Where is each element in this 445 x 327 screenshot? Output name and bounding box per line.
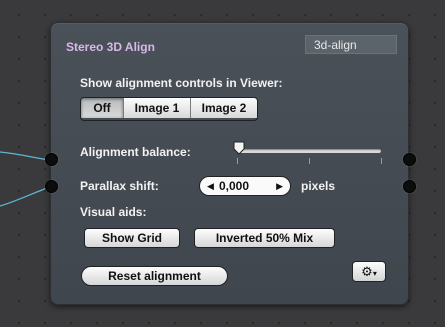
visual-aids-label: Visual aids: — [80, 205, 147, 219]
segment-image-1[interactable]: Image 1 — [124, 98, 191, 118]
slider-thumb[interactable] — [233, 141, 245, 155]
input-port-left[interactable] — [45, 153, 58, 166]
viewer-controls-segmented[interactable]: Off Image 1 Image 2 — [80, 97, 258, 121]
stereo-3d-align-node[interactable]: Stereo 3D Align 3d-align Show alignment … — [50, 22, 409, 305]
segment-image-2[interactable]: Image 2 — [191, 98, 257, 118]
node-title: Stereo 3D Align — [66, 40, 155, 54]
show-controls-label: Show alignment controls in Viewer: — [80, 76, 283, 90]
input-port-right[interactable] — [45, 180, 58, 193]
parallax-shift-label: Parallax shift: — [80, 179, 159, 193]
parallax-shift-stepper[interactable]: ◀ 0,000 ▶ — [199, 176, 291, 196]
gear-menu-button[interactable]: ⚙▾ — [352, 261, 386, 282]
inverted-mix-button[interactable]: Inverted 50% Mix — [194, 228, 335, 248]
input-wire-1 — [0, 151, 51, 161]
input-wire-2 — [0, 186, 51, 207]
node-name-field[interactable]: 3d-align — [305, 35, 397, 54]
alignment-balance-slider[interactable] — [237, 149, 381, 153]
output-port-right[interactable] — [403, 180, 416, 193]
reset-alignment-button[interactable]: Reset alignment — [81, 266, 228, 286]
segment-off[interactable]: Off — [81, 98, 124, 118]
gear-icon: ⚙ — [361, 264, 373, 279]
decrement-arrow-icon[interactable]: ◀ — [207, 177, 214, 195]
output-port-left[interactable] — [403, 153, 416, 166]
slider-tick-left — [237, 158, 238, 164]
chevron-down-icon: ▾ — [372, 269, 377, 278]
slider-tick-center — [309, 158, 310, 164]
alignment-balance-label: Alignment balance: — [80, 145, 191, 159]
parallax-unit-label: pixels — [301, 179, 336, 193]
show-grid-button[interactable]: Show Grid — [84, 228, 180, 248]
increment-arrow-icon[interactable]: ▶ — [276, 177, 283, 195]
parallax-shift-value[interactable]: 0,000 — [219, 177, 249, 195]
slider-tick-right — [381, 158, 382, 164]
